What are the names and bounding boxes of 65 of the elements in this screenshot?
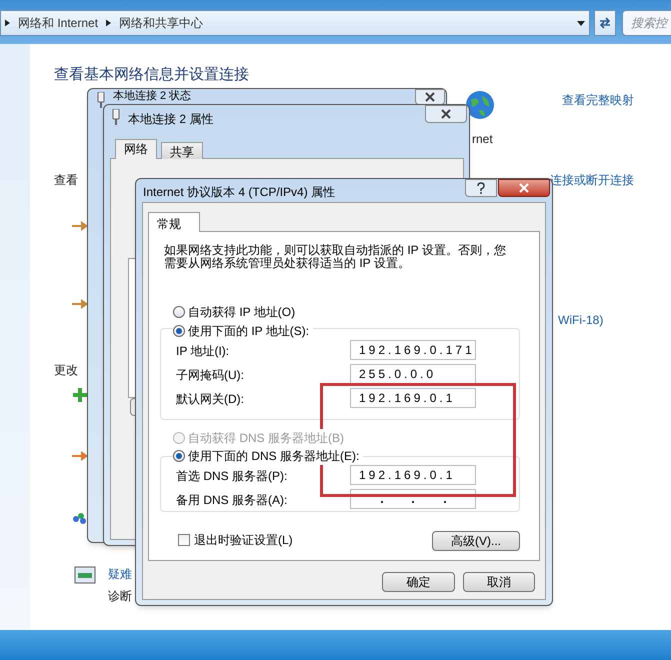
breadcrumb-item[interactable]: 网络和 Internet: [18, 14, 98, 32]
network-nodes-icon: [73, 512, 86, 524]
network-label: rnet: [472, 131, 493, 148]
ip-address-field[interactable]: 192.169.0.171: [350, 340, 476, 360]
field-label: 首选 DNS 服务器(P):: [176, 468, 288, 485]
add-icon: [73, 388, 87, 404]
view-map-link[interactable]: 查看完整映射: [562, 91, 634, 109]
refresh-button[interactable]: [594, 10, 616, 36]
arrow-icon: [72, 297, 88, 311]
chevron-icon: [106, 19, 112, 27]
checkbox[interactable]: [178, 534, 190, 546]
close-button[interactable]: [415, 89, 445, 105]
close-button[interactable]: [425, 105, 467, 123]
field-value: 255.0.0.0: [358, 366, 436, 383]
radio-button[interactable]: [173, 325, 185, 337]
ip-address-field[interactable]: 192.169.0.1: [350, 465, 476, 485]
field-label: 备用 DNS 服务器(A):: [176, 492, 288, 509]
window-title: 本地连接 2 属性: [128, 111, 214, 128]
field-label: 子网掩码(U):: [176, 367, 244, 384]
ok-button[interactable]: 确定: [382, 572, 455, 592]
task-description: 诊断: [108, 588, 132, 605]
field-value: 192.169.0.1: [358, 467, 456, 484]
refresh-icon: [598, 16, 612, 30]
ip-address-field[interactable]: 192.169.0.1: [350, 388, 476, 408]
ip-address-field[interactable]: 255.0.0.0: [350, 364, 476, 384]
arrow-icon: [72, 219, 88, 233]
breadcrumb-item[interactable]: 网络和共享中心: [119, 14, 204, 32]
search-field[interactable]: 搜索控: [622, 10, 671, 36]
advanced-button[interactable]: 高级(V)...: [432, 531, 520, 551]
radio-button[interactable]: [173, 306, 185, 318]
close-icon: [441, 109, 451, 119]
field-label: IP 地址(I):: [176, 343, 230, 360]
description-text: 如果网络支持此功能，则可以获取自动指派的 IP 设置。否则，您需要从网络系统管理员处获得适当的 IP 设置。: [164, 244, 507, 270]
troubleshoot-link[interactable]: 疑难: [108, 565, 132, 583]
radio-button[interactable]: [173, 450, 185, 462]
help-button[interactable]: [465, 179, 497, 197]
field-label: 默认网关(D):: [176, 391, 244, 408]
address-bar[interactable]: 网络和 Internet 网络和共享中心: [0, 10, 590, 36]
dropdown-icon[interactable]: [577, 21, 585, 26]
arrow-icon: [72, 449, 88, 463]
radio-label: 自动获得 IP 地址(O): [188, 304, 296, 321]
tab[interactable]: 网络: [115, 139, 157, 159]
help-icon: [477, 182, 485, 194]
close-button[interactable]: [498, 179, 550, 197]
checkbox-label: 退出时验证设置(L): [194, 532, 293, 549]
connector-icon: [97, 92, 105, 108]
radio-label: 自动获得 DNS 服务器地址(B): [188, 430, 344, 447]
cancel-button[interactable]: 取消: [463, 572, 535, 592]
chevron-icon: [5, 19, 10, 27]
section-label: 查看: [54, 172, 78, 189]
globe-icon: [465, 90, 495, 120]
tab[interactable]: 共享: [161, 142, 203, 159]
page-title: 查看基本网络信息并设置连接: [54, 65, 249, 85]
close-icon: [425, 92, 435, 102]
section-label: 更改: [54, 362, 78, 379]
connector-icon: [112, 109, 120, 125]
field-value: 192.169.0.1: [358, 390, 456, 407]
window-title: 本地连接 2 状态: [113, 90, 192, 103]
troubleshoot-icon: [74, 566, 96, 584]
radio-label: 使用下面的 IP 地址(S):: [188, 323, 310, 340]
close-icon: [519, 183, 529, 193]
tab[interactable]: 常规: [148, 212, 200, 232]
radio-label: 使用下面的 DNS 服务器地址(E):: [188, 448, 360, 465]
dialog-title: Internet 协议版本 4 (TCP/IPv4) 属性: [143, 184, 336, 201]
network-link[interactable]: WiFi-18): [558, 311, 604, 329]
